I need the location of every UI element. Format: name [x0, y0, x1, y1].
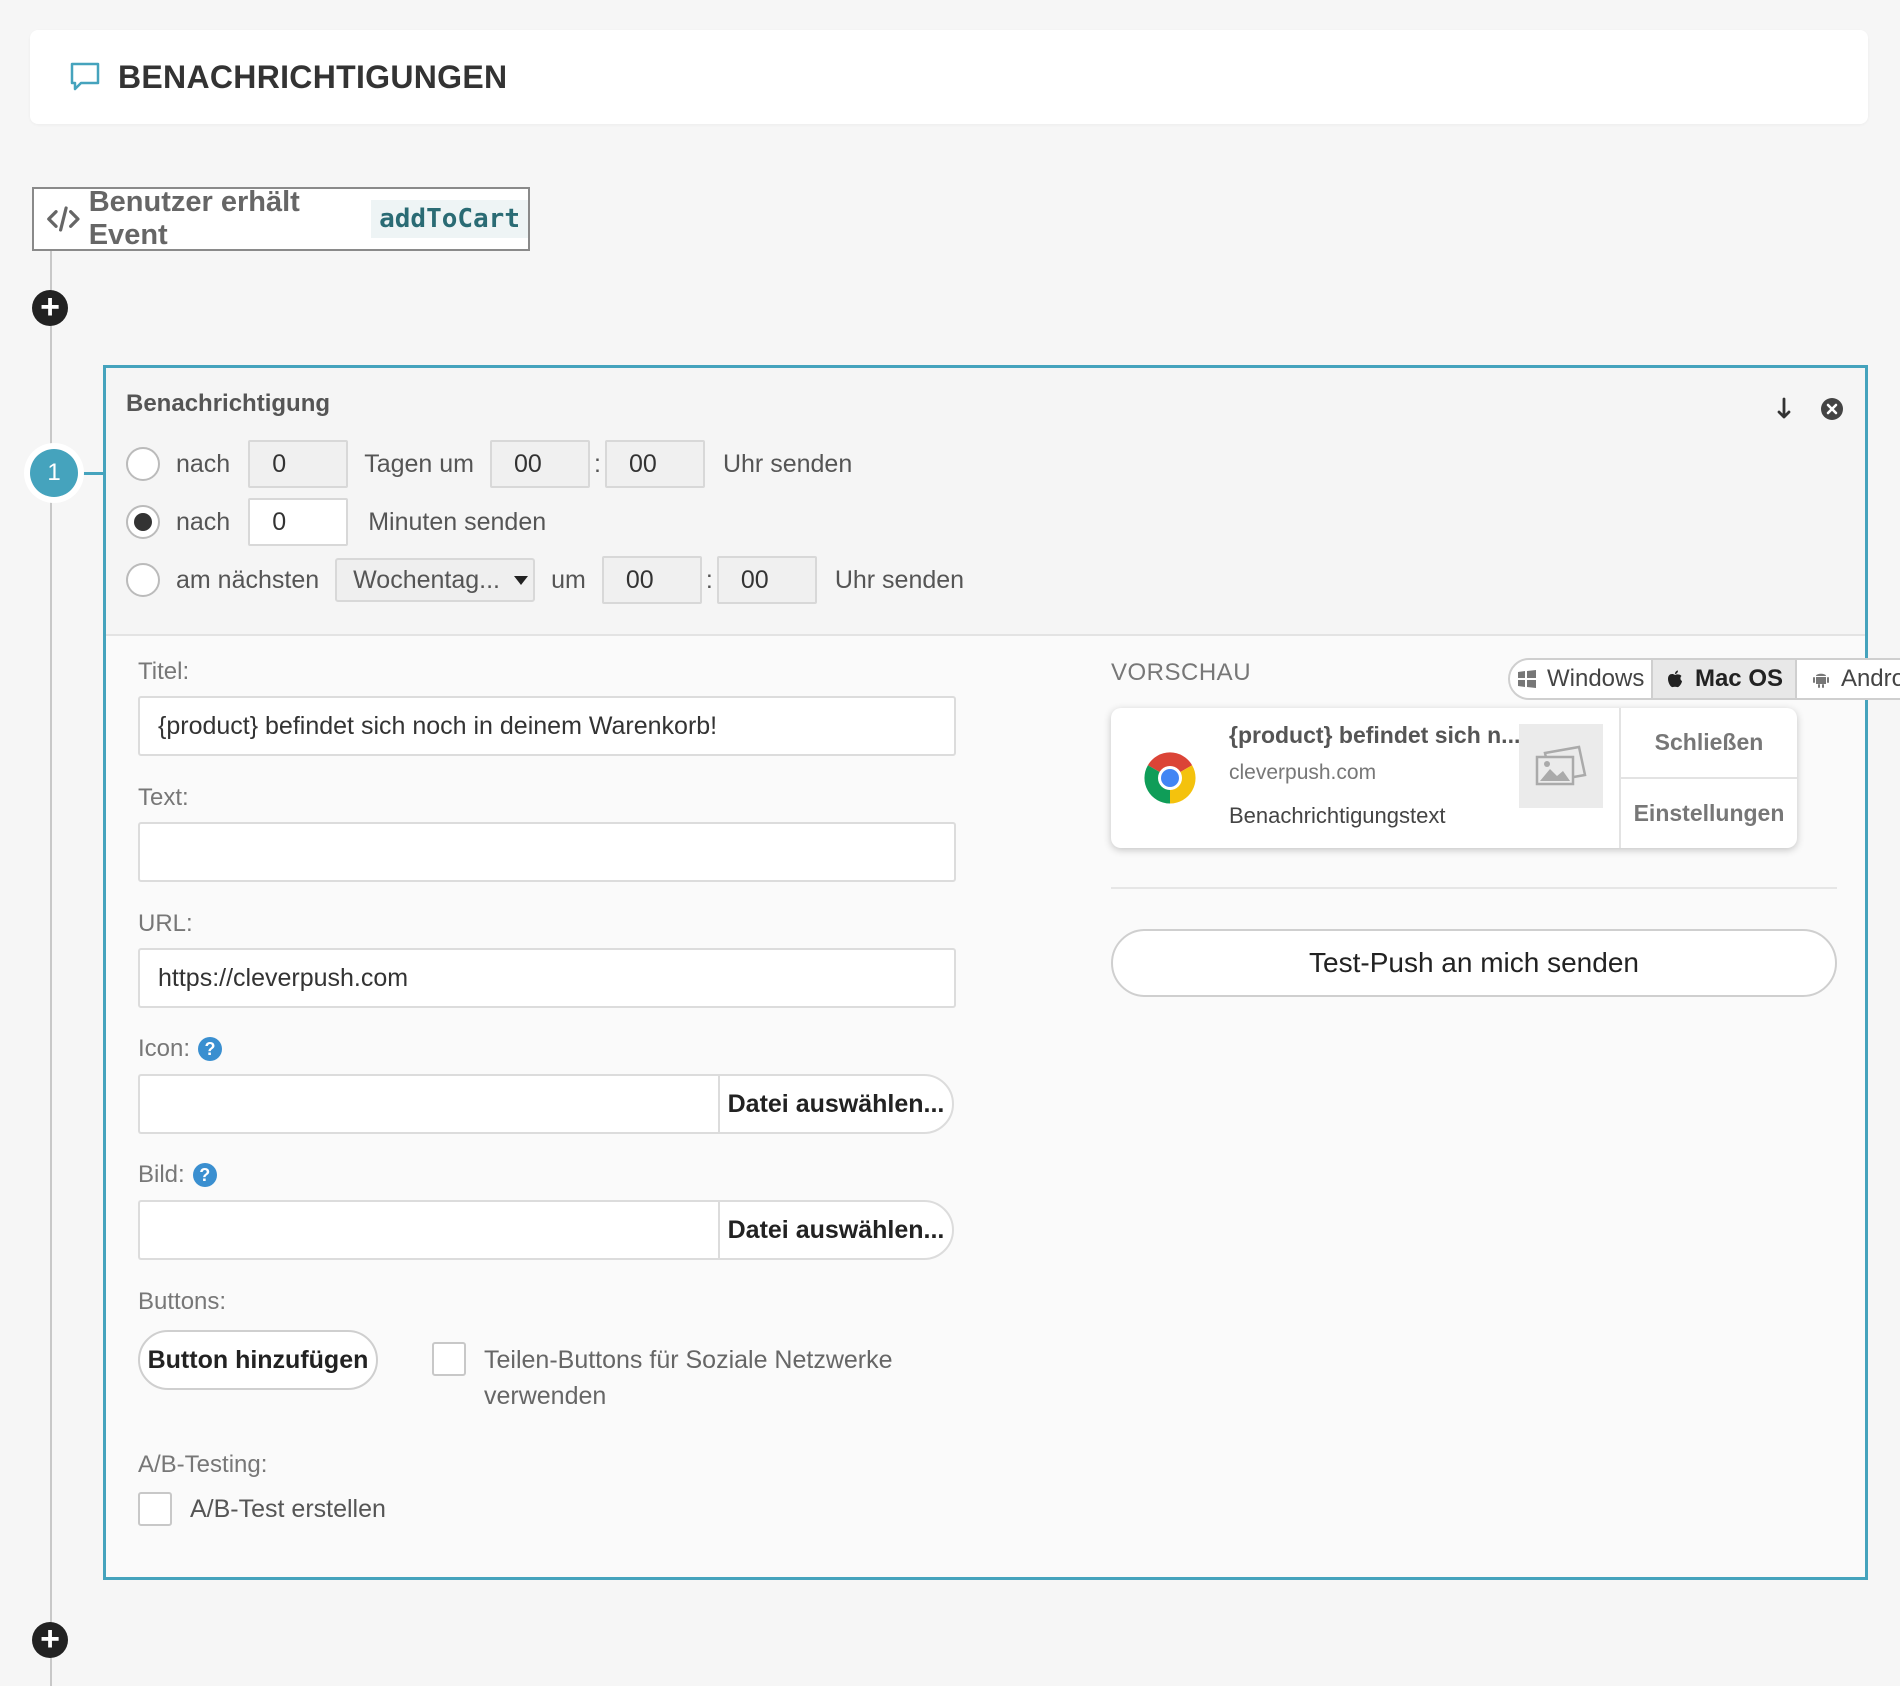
notification-step-card: Benachrichtigung nach 0 Tagen um 00 : 00… — [103, 365, 1900, 1580]
ab-test-option: A/B-Test erstellen — [138, 1492, 386, 1526]
text-input[interactable] — [138, 822, 956, 882]
trigger-event-code: addToCart — [371, 200, 528, 238]
chrome-icon — [1144, 752, 1196, 804]
schedule-row-minutes: nach 0 Minuten senden — [126, 498, 546, 546]
image-field-label: Bild: ? — [138, 1161, 217, 1189]
code-icon — [47, 206, 80, 232]
tab-macos[interactable]: Mac OS — [1653, 660, 1797, 698]
card-actions — [1771, 396, 1845, 422]
ab-test-checkbox[interactable] — [138, 1492, 172, 1526]
schedule-weekday-prefix: am nächsten — [176, 565, 320, 594]
help-icon[interactable]: ? — [192, 1163, 217, 1187]
schedule-section: Benachrichtigung nach 0 Tagen um 00 : 00… — [106, 368, 1865, 636]
step-connector — [78, 472, 104, 475]
trigger-label: Benutzer erhält Event — [88, 186, 300, 251]
tab-windows-label: Windows — [1546, 665, 1645, 692]
image-file-picker: Datei auswählen... — [138, 1200, 954, 1260]
image-label-text: Bild: — [138, 1161, 185, 1188]
schedule-minutes-radio[interactable] — [126, 505, 160, 539]
schedule-days-radio[interactable] — [126, 447, 160, 481]
icon-file-button[interactable]: Datei auswählen... — [718, 1074, 954, 1134]
url-label: URL: — [138, 910, 193, 937]
image-file-field[interactable] — [138, 1200, 718, 1260]
chat-bubble-icon — [70, 62, 100, 91]
title-label: Titel: — [138, 658, 190, 685]
schedule-row-days: nach 0 Tagen um 00 : 00 Uhr senden — [126, 440, 852, 488]
tab-android[interactable]: Android — [1797, 660, 1900, 698]
notification-text: Benachrichtigungstext — [1229, 803, 1446, 828]
close-circle-icon[interactable] — [1819, 396, 1845, 422]
image-placeholder-icon — [1519, 724, 1603, 808]
add-step-top-button[interactable]: + — [32, 290, 68, 326]
page-header: BENACHRICHTIGUNGEN — [30, 30, 1868, 124]
weekday-select[interactable]: Wochentag... — [335, 558, 536, 602]
schedule-row-weekday: am nächsten Wochentag... um 00 : 00 Uhr … — [126, 556, 964, 604]
weekday-minute-input[interactable]: 00 — [716, 556, 817, 604]
tab-windows[interactable]: Windows — [1510, 660, 1654, 698]
preview-label: VORSCHAU — [1111, 659, 1252, 686]
test-push-button[interactable]: Test-Push an mich senden — [1111, 929, 1837, 997]
notification-settings-button[interactable]: Einstellungen — [1621, 777, 1797, 848]
os-tab-group: Windows Mac OS Android — [1508, 658, 1900, 700]
share-buttons-option: Teilen-Buttons für Soziale Netzwerke ver… — [432, 1342, 904, 1414]
time-separator: : — [594, 449, 601, 478]
days-minute-input[interactable]: 00 — [604, 440, 705, 488]
weekday-suffix: Uhr senden — [834, 565, 965, 594]
schedule-weekday-radio[interactable] — [126, 563, 160, 597]
share-buttons-label: Teilen-Buttons für Soziale Netzwerke ver… — [484, 1346, 893, 1410]
weekday-hour-input[interactable]: 00 — [601, 556, 702, 604]
help-icon[interactable]: ? — [198, 1037, 223, 1061]
tab-android-label: Android — [1840, 665, 1900, 692]
icon-label-text: Icon: — [138, 1035, 191, 1062]
trigger-node[interactable]: Benutzer erhält Event addToCart — [32, 186, 530, 251]
apple-icon — [1667, 670, 1682, 688]
title-input[interactable]: {product} befindet sich noch in deinem W… — [138, 696, 956, 756]
arrow-down-icon[interactable] — [1771, 396, 1797, 422]
image-file-button[interactable]: Datei auswählen... — [718, 1200, 954, 1260]
icon-file-picker: Datei auswählen... — [138, 1074, 954, 1134]
schedule-days-prefix: nach — [176, 449, 231, 478]
days-input[interactable]: 0 — [248, 440, 349, 488]
days-label: Tagen um — [364, 449, 475, 478]
ab-test-checkbox-label: A/B-Test erstellen — [190, 1494, 386, 1523]
tab-macos-label: Mac OS — [1694, 665, 1783, 692]
card-title: Benachrichtigung — [126, 390, 331, 417]
page-title: BENACHRICHTIGUNGEN — [118, 58, 508, 95]
add-button-button[interactable]: Button hinzufügen — [138, 1330, 378, 1390]
buttons-label: Buttons: — [138, 1288, 227, 1315]
text-label: Text: — [138, 784, 189, 811]
minutes-suffix: Minuten senden — [368, 507, 547, 536]
chrome-icon-wrap — [1111, 708, 1229, 848]
chevron-down-icon — [514, 575, 528, 585]
ab-testing-label: A/B-Testing: — [138, 1451, 268, 1478]
windows-icon — [1517, 670, 1536, 688]
notification-actions: Schließen Einstellungen — [1619, 708, 1797, 848]
notification-close-button[interactable]: Schließen — [1621, 708, 1797, 777]
notification-content: {product} befindet sich n... cleverpush.… — [1229, 708, 1521, 848]
notification-site: cleverpush.com — [1229, 761, 1377, 784]
icon-file-field[interactable] — [138, 1074, 718, 1134]
url-input[interactable]: https://cleverpush.com — [138, 948, 956, 1008]
add-step-bottom-button[interactable]: + — [32, 1622, 68, 1658]
share-buttons-checkbox[interactable] — [432, 1342, 466, 1376]
preview-divider — [1111, 887, 1837, 889]
time-separator: : — [705, 565, 713, 594]
icon-field-label: Icon: ? — [138, 1035, 223, 1063]
notification-preview: {product} befindet sich n... cleverpush.… — [1111, 708, 1797, 848]
schedule-minutes-prefix: nach — [176, 507, 231, 536]
weekday-um-label: um — [551, 565, 586, 594]
days-hour-input[interactable]: 00 — [490, 440, 591, 488]
days-suffix: Uhr senden — [722, 449, 853, 478]
notification-title: {product} befindet sich n... — [1229, 722, 1521, 748]
android-icon — [1812, 673, 1829, 688]
weekday-select-value: Wochentag... — [353, 566, 500, 594]
step-number-badge: 1 — [30, 449, 78, 497]
minutes-input[interactable]: 0 — [248, 498, 349, 546]
